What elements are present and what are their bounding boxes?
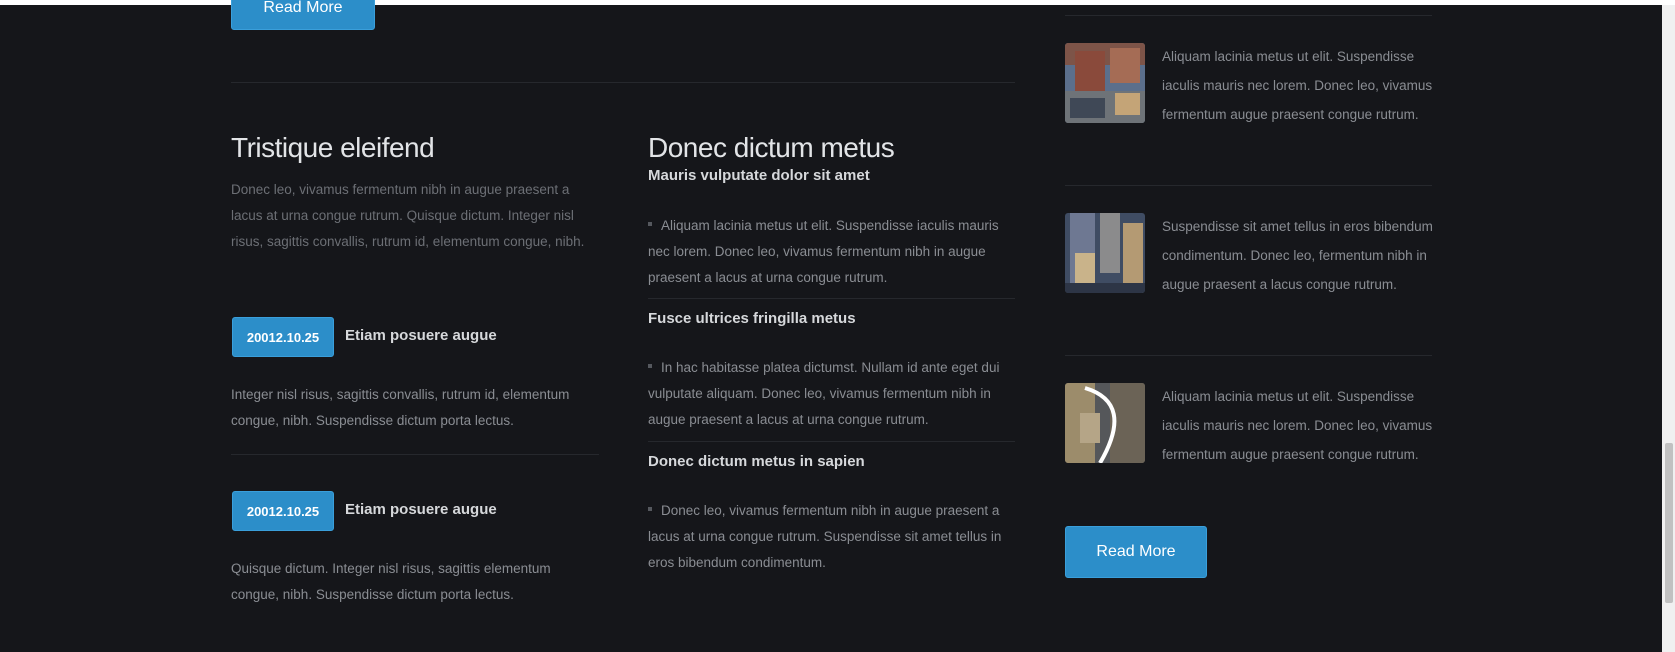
list-item-title[interactable]: Donec dictum metus in sapien: [648, 453, 865, 470]
list-item-text: Aliquam lacinia metus ut elit. Suspendis…: [648, 218, 999, 285]
list-divider: [648, 441, 1015, 442]
col3-divider: [1065, 185, 1432, 186]
col3-divider-top: [1065, 15, 1432, 16]
scrollbar-thumb[interactable]: [1665, 443, 1673, 603]
top-read-more-button[interactable]: Read More: [231, 0, 375, 30]
col1-heading: Tristique eleifend: [231, 132, 435, 163]
news-text: Integer nisl risus, sagittis convallis, …: [231, 387, 570, 428]
news-title[interactable]: Etiam posuere augue: [345, 501, 497, 518]
news-divider: [231, 454, 599, 455]
section-divider: [231, 82, 1015, 83]
list-item-title[interactable]: Mauris vulputate dolor sit amet: [648, 167, 870, 184]
list-item-text: In hac habitasse platea dictumst. Nullam…: [648, 360, 1000, 427]
col2-heading: Donec dictum metus: [648, 132, 895, 163]
bullet-icon: [648, 364, 652, 369]
news-date-badge[interactable]: 20012.10.25: [232, 491, 334, 531]
bullet-icon: [648, 507, 652, 512]
news-text: Quisque dictum. Integer nisl risus, sagi…: [231, 561, 551, 602]
read-more-button[interactable]: Read More: [1065, 526, 1207, 578]
bullet-icon: [648, 222, 652, 227]
news-title[interactable]: Etiam posuere augue: [345, 327, 497, 344]
post-text: Aliquam lacinia metus ut elit. Suspendis…: [1162, 389, 1433, 462]
post-text: Aliquam lacinia metus ut elit. Suspendis…: [1162, 49, 1433, 122]
list-divider: [648, 298, 1015, 299]
list-item-title[interactable]: Fusce ultrices fringilla metus: [648, 310, 856, 327]
news-date-badge[interactable]: 20012.10.25: [232, 317, 334, 357]
list-item-text: Donec leo, vivamus fermentum nibh in aug…: [648, 503, 1002, 570]
col1-intro: Donec leo, vivamus fermentum nibh in aug…: [231, 182, 585, 249]
col3-divider: [1065, 355, 1432, 356]
post-text: Suspendisse sit amet tellus in eros bibe…: [1162, 219, 1433, 292]
